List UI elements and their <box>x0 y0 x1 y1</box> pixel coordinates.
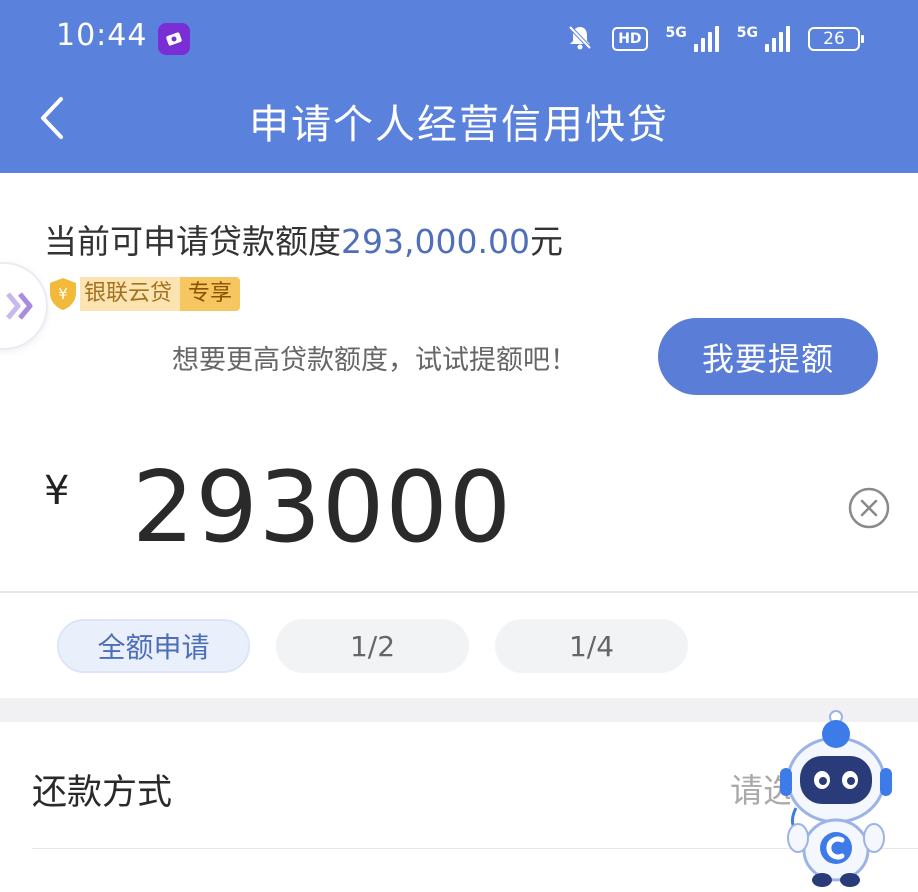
limit-amount: 293,000.00 <box>341 222 530 261</box>
raise-limit-hint: 想要更高贷款额度，试试提额吧！ <box>172 345 577 376</box>
option-full-amount[interactable]: 全额申请 <box>57 619 250 673</box>
repayment-method-label: 还款方式 <box>32 773 173 813</box>
limit-unit: 元 <box>529 222 563 261</box>
product-tag: ¥ 银联云贷 专享 <box>48 276 241 312</box>
signal-strength-1: 5G <box>666 26 719 52</box>
svg-text:¥: ¥ <box>58 285 68 303</box>
option-half-amount[interactable]: 1/2 <box>276 619 469 673</box>
header-bar: 10:44 HD 5G 5G 26 申请个人经营信用快贷 <box>0 0 918 173</box>
raise-limit-button[interactable]: 我要提额 <box>658 318 878 395</box>
loan-amount-input[interactable]: 293000 <box>132 448 512 568</box>
robot-assistant-icon[interactable] <box>776 708 896 888</box>
hd-voice-badge: HD <box>612 27 648 51</box>
battery-indicator: 26 <box>808 27 864 51</box>
available-limit: 当前可申请贷款额度293,000.00元 <box>44 215 563 263</box>
page-title: 申请个人经营信用快贷 <box>249 102 669 148</box>
close-circle-icon[interactable] <box>847 486 891 530</box>
network-type-label: 5G <box>665 25 687 41</box>
currency-symbol: ¥ <box>44 468 70 514</box>
shield-yuan-icon: ¥ <box>50 278 76 310</box>
option-quarter-amount[interactable]: 1/4 <box>495 619 688 673</box>
status-indicators: HD 5G 5G 26 <box>566 22 864 56</box>
limit-label: 当前可申请贷款额度 <box>44 222 341 261</box>
app-notification-icon <box>158 23 190 55</box>
divider <box>0 591 918 593</box>
status-bar: 10:44 HD 5G 5G 26 <box>0 0 918 78</box>
signal-strength-2: 5G <box>737 26 790 52</box>
tag-brand-label: 银联云贷 <box>80 277 181 311</box>
bell-off-icon <box>566 23 594 55</box>
tag-exclusive-label: 专享 <box>180 277 241 311</box>
double-chevron-right-icon <box>6 292 33 320</box>
network-type-label: 5G <box>736 25 758 41</box>
side-float-widget[interactable] <box>0 262 48 350</box>
status-time: 10:44 <box>56 18 148 53</box>
